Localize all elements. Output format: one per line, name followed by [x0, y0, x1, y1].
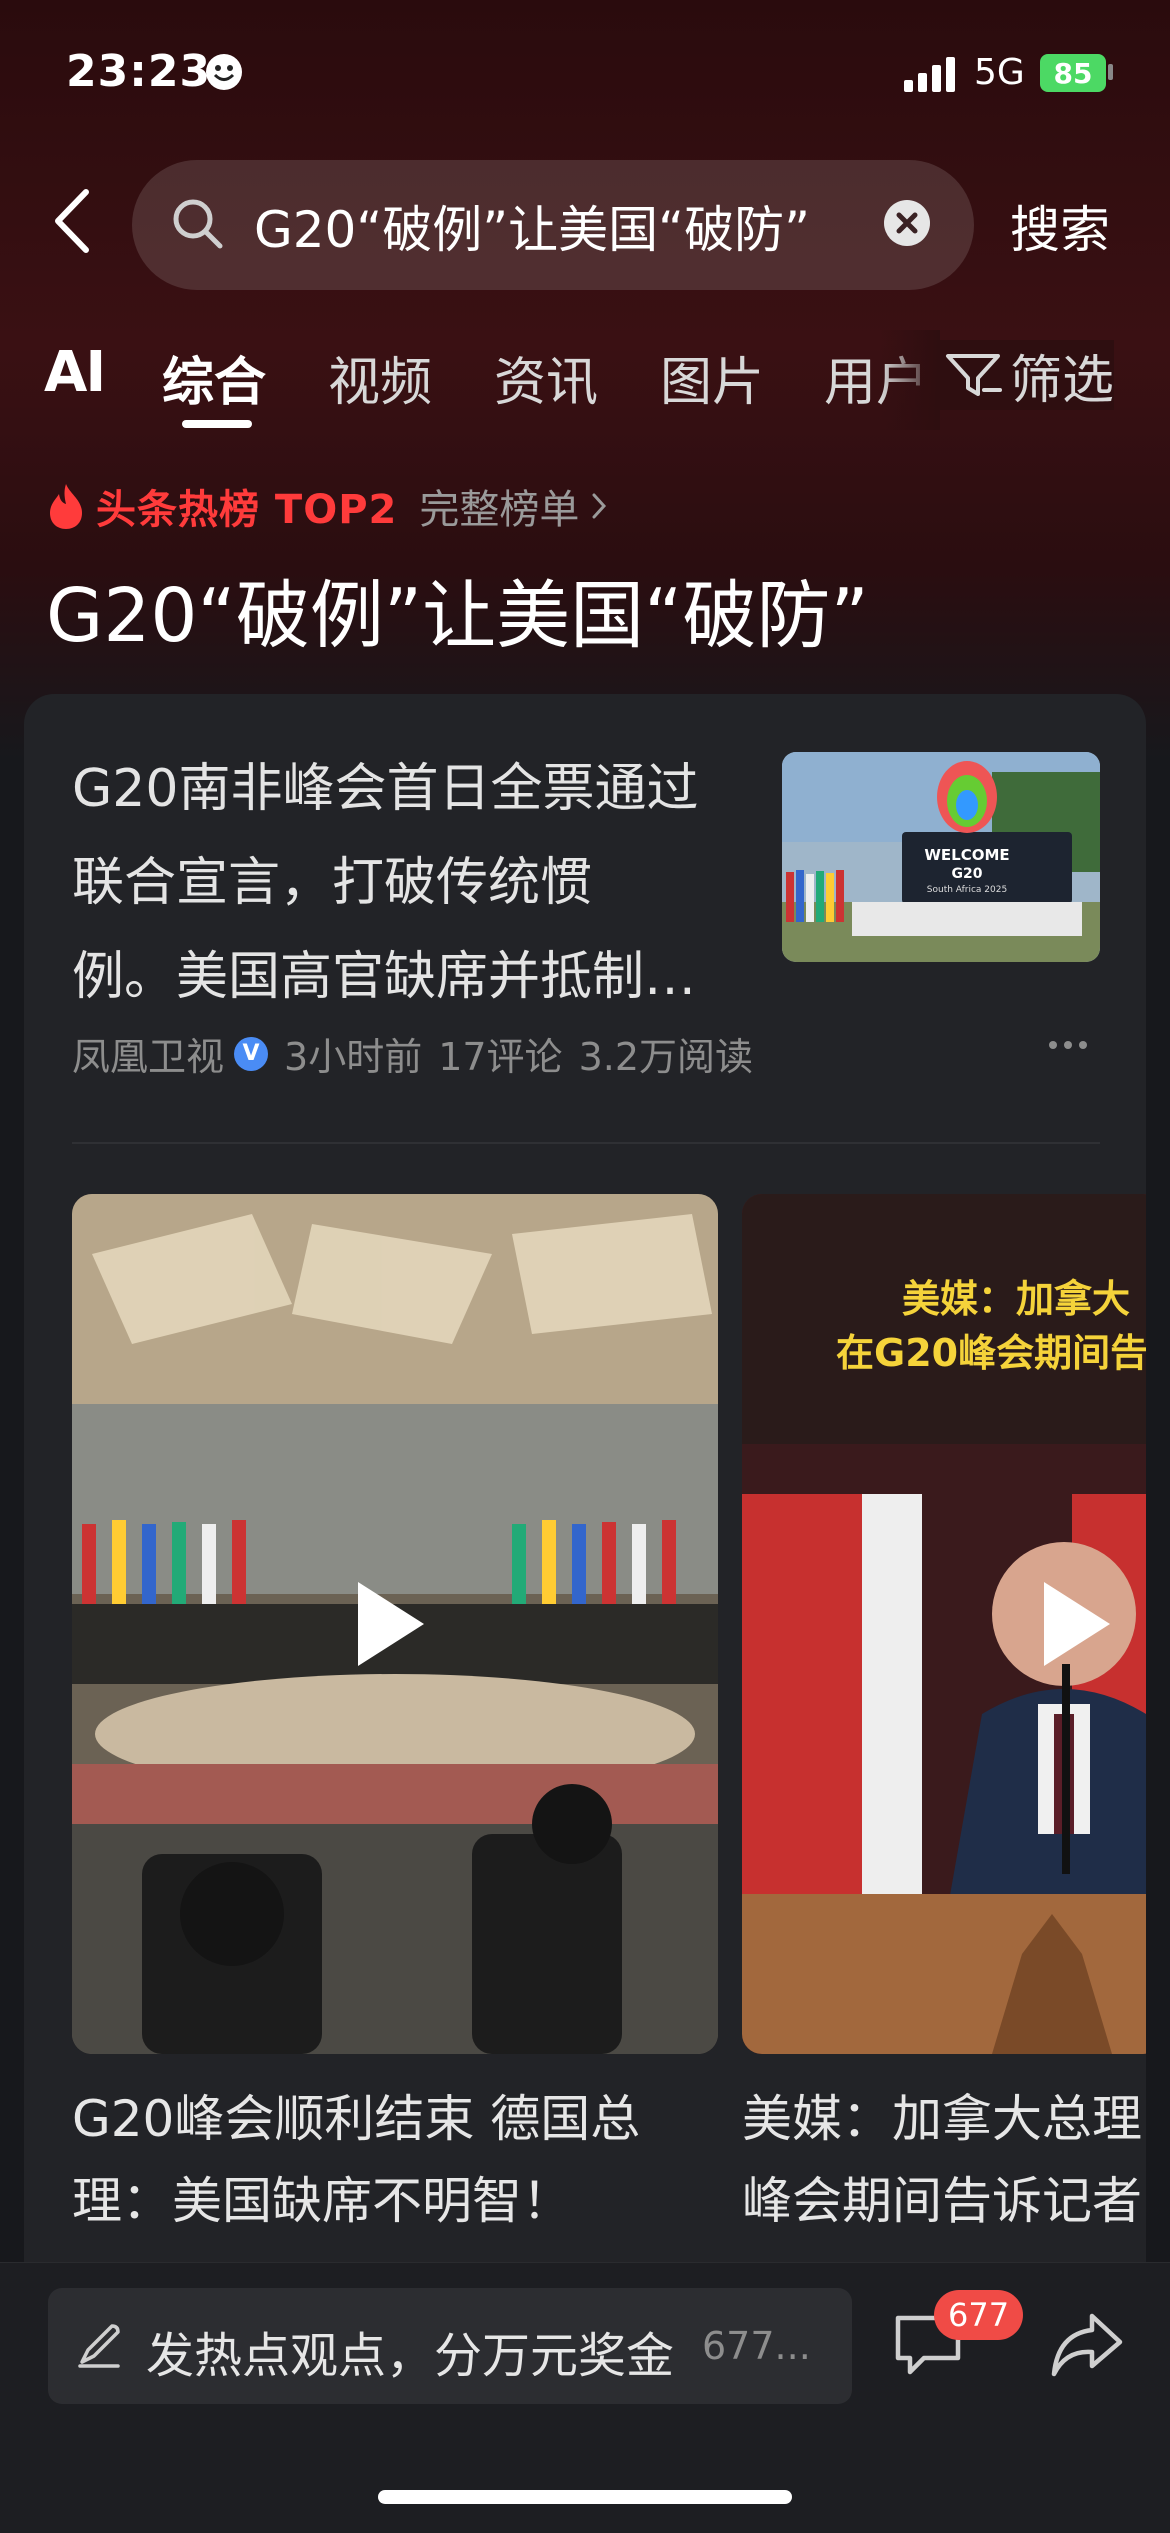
full-list-link[interactable]: 完整榜单 [419, 477, 579, 535]
battery-icon: 85 [1040, 54, 1106, 92]
thumb-sign-line2: G20 [952, 866, 983, 882]
share-icon[interactable] [1050, 2310, 1124, 2380]
article-thumbnail[interactable]: WELCOME G20 South Africa 2025 [782, 752, 1100, 962]
video-overlay-line: 美媒：加拿大 [902, 1277, 1130, 1321]
back-arrow-icon[interactable] [50, 186, 94, 256]
thumb-sign-line3: South Africa 2025 [927, 885, 1007, 895]
search-icon [173, 199, 223, 249]
article-title-line: 例。美国高官缺席并抵制… [72, 947, 697, 1007]
tabs-fade [880, 330, 940, 430]
active-tab-indicator [182, 420, 252, 428]
comment-placeholder: 发热点观点，分万元奖金 [146, 2328, 675, 2384]
search-button[interactable]: 搜索 [1010, 190, 1110, 262]
tab-ai[interactable]: AI [44, 340, 106, 405]
hot-rank-row[interactable]: 头条热榜 TOP2 完整榜单 [46, 478, 609, 534]
comment-count-hint: 677... [702, 2324, 811, 2368]
video-overlay-line: 在G20峰会期间告 [836, 1331, 1146, 1375]
article-meta: 凤凰卫视 V 3小时前 17评论 3.2万阅读 [72, 1026, 753, 1081]
video-caption[interactable]: 美媒：加拿大总理 峰会期间告诉记者 [742, 2078, 1146, 2242]
tab-images[interactable]: 图片 [660, 340, 764, 415]
video-caption[interactable]: G20峰会顺利结束 德国总 理：美国缺席不明智！ [72, 2078, 732, 2242]
tab-video[interactable]: 视频 [328, 340, 432, 415]
filter-label: 筛选 [1010, 350, 1115, 411]
article-title-line: G20南非峰会首日全票通过 [72, 759, 699, 819]
chevron-right-icon [592, 493, 607, 519]
thumb-sign-line1: WELCOME [924, 846, 1009, 864]
article-time: 3小时前 [284, 1035, 423, 1079]
video-caption-line: 峰会期间告诉记者 [742, 2172, 1142, 2230]
pen-icon [78, 2324, 120, 2368]
hot-rank-label: 头条热榜 TOP2 [96, 487, 398, 533]
home-indicator [378, 2490, 792, 2504]
status-time: 23:23 [66, 46, 212, 97]
article-title-line: 联合宣言，打破传统惯 [72, 853, 593, 913]
video-caption-line: G20峰会顺利结束 德国总 [72, 2090, 641, 2148]
filter-button[interactable]: 筛选 [940, 340, 1115, 411]
topic-headline: G20“破例”让美国“破防” [46, 573, 869, 659]
battery-tip [1108, 64, 1113, 80]
status-bar: 23:23 5G 85 [0, 0, 1170, 150]
result-card: G20南非峰会首日全票通过 联合宣言，打破传统惯 例。美国高官缺席并抵制… WE… [24, 694, 1146, 2294]
search-query[interactable]: G20“破例”让美国“破防” [254, 190, 844, 262]
play-icon[interactable] [350, 1576, 430, 1672]
clear-icon[interactable] [884, 200, 930, 246]
article-reads: 3.2万阅读 [578, 1035, 753, 1079]
tab-all[interactable]: 综合 [162, 340, 266, 415]
filter-icon [946, 354, 1002, 396]
more-options-icon[interactable] [1046, 1038, 1090, 1052]
article-title[interactable]: G20南非峰会首日全票通过 联合宣言，打破传统惯 例。美国高官缺席并抵制… [72, 742, 752, 1024]
verified-icon: V [234, 1036, 269, 1071]
smiley-icon [206, 54, 242, 90]
play-icon[interactable] [1036, 1576, 1116, 1672]
video-caption-line: 美媒：加拿大总理 [742, 2090, 1142, 2148]
article-comments: 17评论 [438, 1035, 563, 1079]
video-caption-line: 理：美国缺席不明智！ [72, 2172, 572, 2230]
comment-count-badge: 677 [934, 2290, 1024, 2340]
signal-icon [904, 57, 955, 92]
network-label: 5G [974, 52, 1025, 93]
flame-icon [50, 484, 82, 529]
tab-news[interactable]: 资讯 [494, 340, 598, 415]
divider [72, 1142, 1100, 1144]
battery-level: 85 [1053, 56, 1093, 90]
article-source[interactable]: 凤凰卫视 [72, 1026, 224, 1081]
